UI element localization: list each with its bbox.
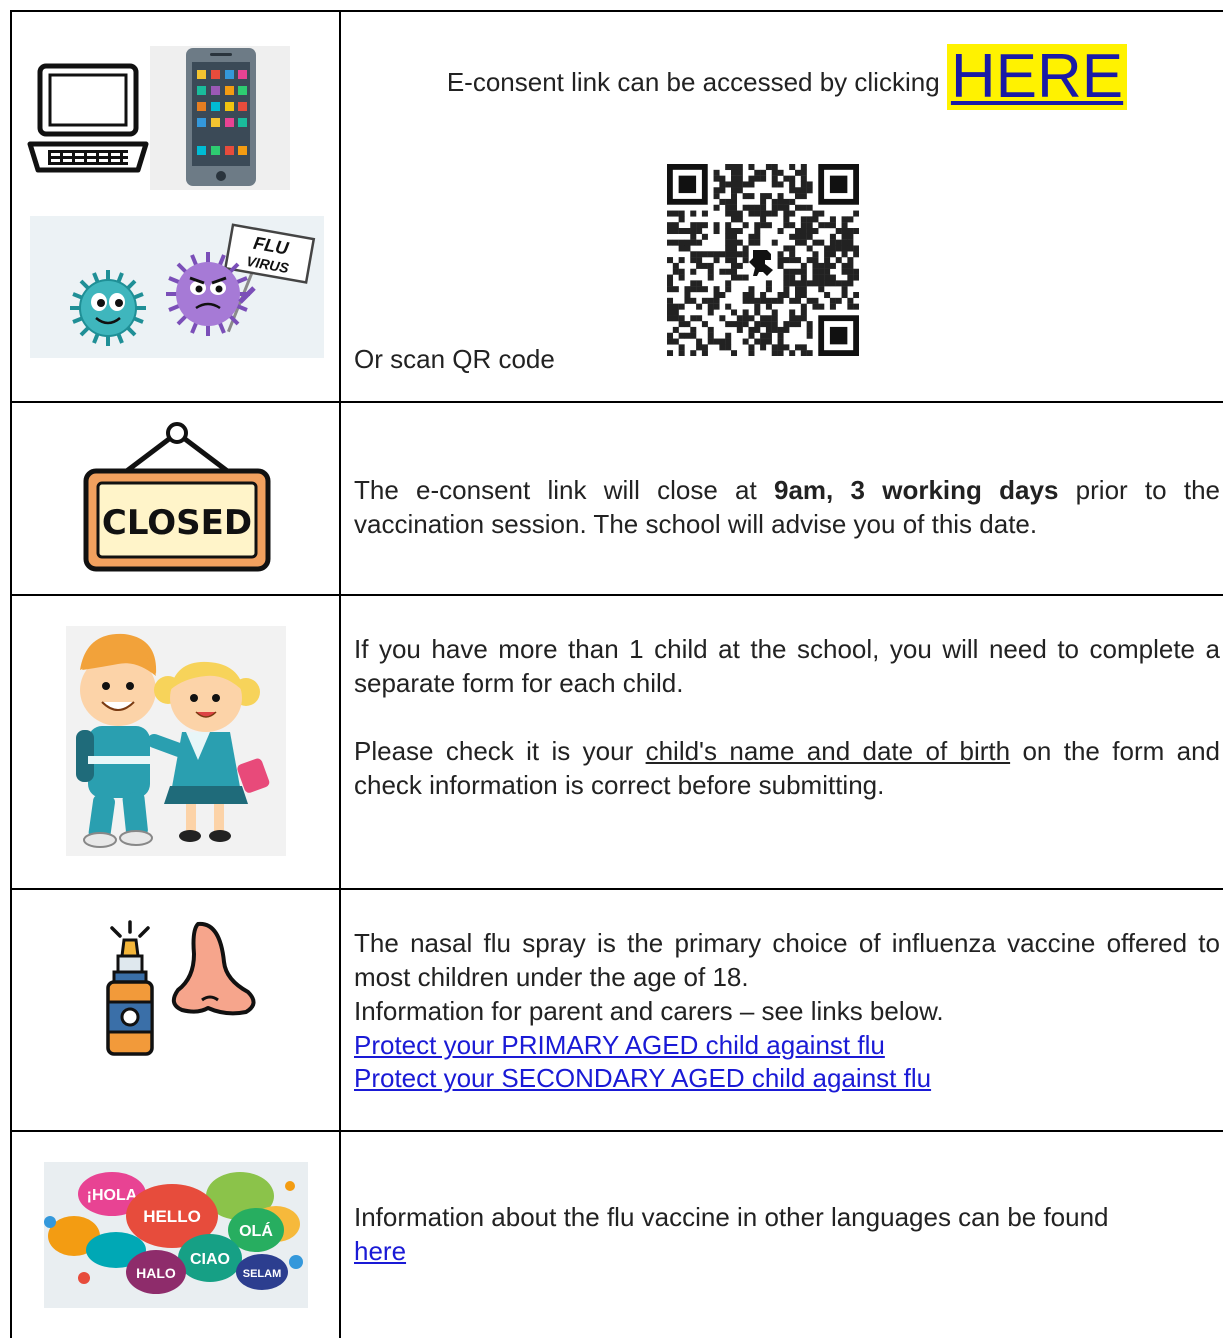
primary-aged-link[interactable]: Protect your PRIMARY AGED child against …	[354, 1028, 885, 1062]
laptop-icon	[27, 63, 149, 173]
row-children-images	[12, 596, 340, 888]
children-paragraph-1: If you have more than 1 child at the sch…	[354, 634, 1220, 698]
qr-finder-top-left	[667, 164, 708, 205]
econsent-link-line: E-consent link can be accessed by clicki…	[354, 44, 1220, 110]
closing-paragraph: The e-consent link will close at 9am, 3 …	[354, 473, 1220, 541]
econsent-here-link[interactable]: HERE	[946, 44, 1128, 110]
bubble-word-5: HALO	[136, 1265, 176, 1281]
smartphone-icon	[150, 46, 290, 190]
languages-paragraph: Information about the flu vaccine in oth…	[354, 1202, 1109, 1232]
bubble-word-6: SELAM	[243, 1268, 282, 1280]
nasal-paragraph-2: Information for parent and carers – see …	[354, 996, 944, 1026]
row-children-text: If you have more than 1 child at the sch…	[354, 596, 1220, 888]
children-illustration	[66, 626, 286, 856]
flu-virus-illustration: FLU VIRUS	[30, 216, 324, 358]
bubble-word-1: ¡HOLA	[87, 1187, 138, 1204]
bubble-word-4: CIAO	[190, 1251, 230, 1268]
bubble-word-3: OLÁ	[239, 1221, 273, 1240]
qr-finder-bottom-right	[818, 315, 859, 356]
closing-text-bold: 9am, 3 working days	[774, 475, 1059, 505]
closing-text-pre: The e-consent link will close at	[354, 475, 774, 505]
row-nasal-text: The nasal flu spray is the primary choic…	[354, 890, 1220, 1130]
row-nasal-images	[12, 890, 340, 1130]
econsent-link-intro: E-consent link can be accessed by clicki…	[446, 67, 940, 97]
qr-finder-top-right	[818, 164, 859, 205]
row-econsent-images: FLU VIRUS	[12, 12, 340, 401]
row-closing-images: CLOSED	[12, 403, 340, 594]
row-econsent-text: E-consent link can be accessed by clicki…	[354, 12, 1220, 401]
languages-illustration: ¡HOLA HELLO OLÁ CIAO HALO SELAM	[44, 1162, 308, 1308]
row-languages-images: ¡HOLA HELLO OLÁ CIAO HALO SELAM	[12, 1132, 340, 1338]
languages-here-link[interactable]: here	[354, 1234, 406, 1268]
qr-code[interactable]	[667, 164, 859, 356]
bubble-word-2: HELLO	[143, 1207, 201, 1226]
nasal-spray-icon	[106, 920, 256, 1056]
scan-qr-text: Or scan QR code	[354, 344, 555, 374]
secondary-aged-link[interactable]: Protect your SECONDARY AGED child agains…	[354, 1061, 931, 1095]
closed-sign-label: CLOSED	[102, 503, 252, 543]
closed-sign-icon: CLOSED	[83, 422, 271, 572]
children-paragraph-2: Please check it is your child's name and…	[354, 734, 1220, 802]
children-para2-underlined: child's name and date of birth	[645, 736, 1011, 766]
children-para2-pre: Please check it is your	[354, 736, 646, 766]
row-languages-text: Information about the flu vaccine in oth…	[354, 1132, 1220, 1338]
row-closing-text: The e-consent link will close at 9am, 3 …	[354, 403, 1220, 594]
nasal-paragraph-1: The nasal flu spray is the primary choic…	[354, 928, 1220, 992]
